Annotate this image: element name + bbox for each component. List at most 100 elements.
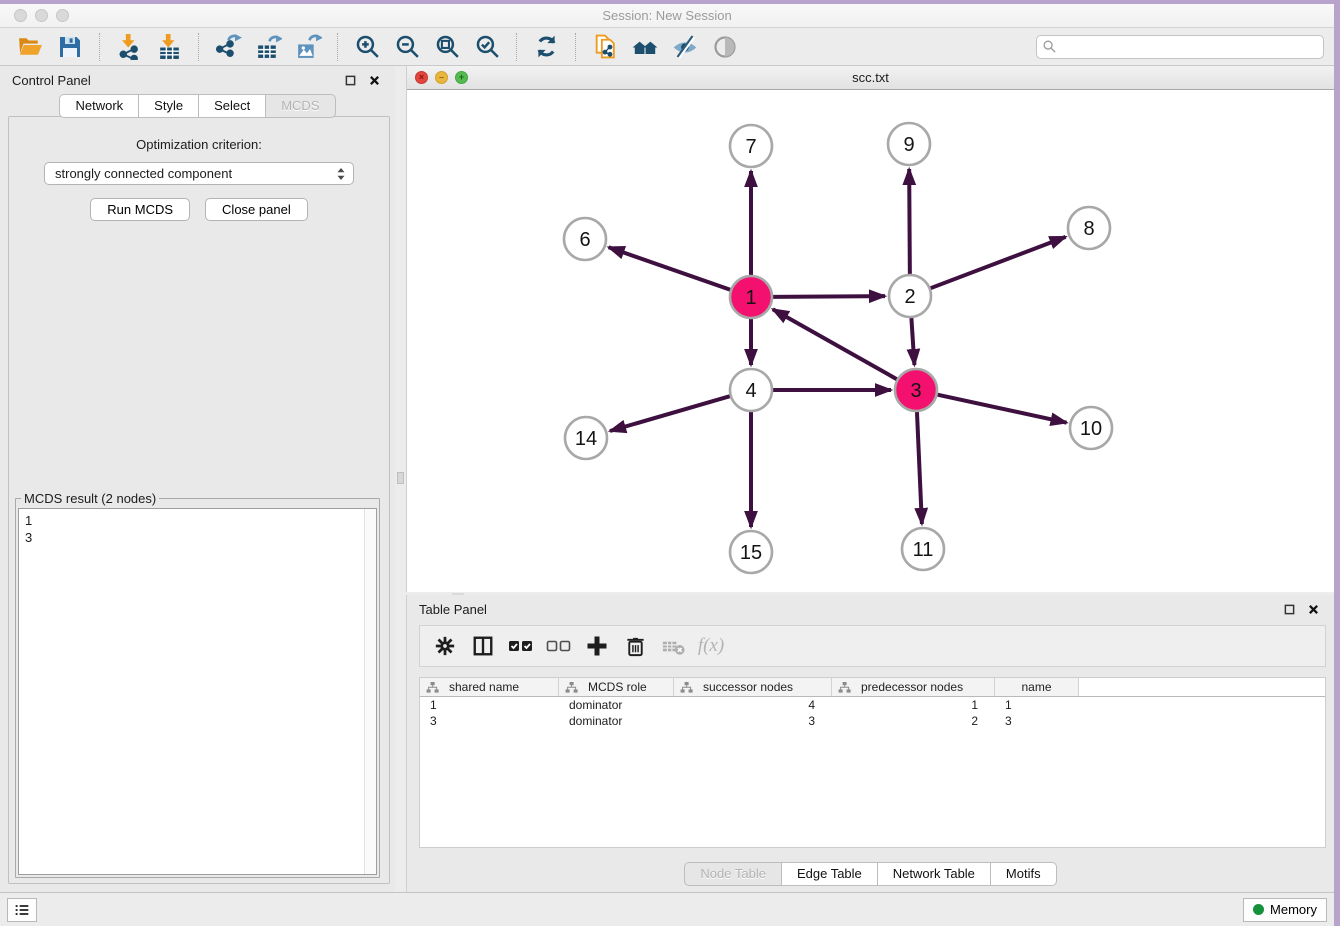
graph-edge-2-3[interactable] <box>911 318 914 365</box>
result-scrollbar[interactable] <box>364 509 376 874</box>
graph-node-14[interactable]: 14 <box>565 417 607 459</box>
tab-style[interactable]: Style <box>139 94 199 118</box>
graph-node-8[interactable]: 8 <box>1068 207 1110 249</box>
function-builder-icon[interactable]: f(x) <box>696 631 726 661</box>
control-panel-title: Control Panel <box>12 73 91 88</box>
network-view-window: × – + scc.txt 1234678910111415 <box>406 66 1334 592</box>
network-maximize-button[interactable]: + <box>455 71 468 84</box>
optimization-criterion-select[interactable]: strongly connected component <box>44 162 354 185</box>
graph-node-11[interactable]: 11 <box>902 528 944 570</box>
zoom-out-icon[interactable] <box>387 31 427 63</box>
import-table-icon[interactable] <box>149 31 189 63</box>
add-column-icon[interactable] <box>582 631 612 661</box>
graph-edge-4-14[interactable] <box>610 396 730 431</box>
graph-edge-2-9[interactable] <box>909 169 910 274</box>
column-header-predecessor-nodes[interactable]: predecessor nodes <box>832 678 995 696</box>
network-from-selection-icon[interactable] <box>585 31 625 63</box>
delete-table-icon[interactable] <box>658 631 688 661</box>
network-window-controls: × – + <box>415 71 468 84</box>
table-cell[interactable]: 1 <box>995 698 1079 712</box>
tab-network[interactable]: Network <box>59 94 139 118</box>
graph-node-4[interactable]: 4 <box>730 369 772 411</box>
close-table-panel-icon[interactable] <box>1304 600 1322 618</box>
network-canvas[interactable]: 1 2 3 4 6 7 8 9 10 11 14 15 <box>407 90 1334 592</box>
fit-all-icon[interactable] <box>625 31 665 63</box>
open-file-icon[interactable] <box>10 31 50 63</box>
column-header-MCDS-role[interactable]: MCDS role <box>559 678 674 696</box>
graph-edge-1-6[interactable] <box>609 247 731 289</box>
import-network-icon[interactable] <box>109 31 149 63</box>
task-history-button[interactable] <box>7 898 37 922</box>
tab-motifs[interactable]: Motifs <box>991 862 1057 886</box>
hide-details-icon[interactable] <box>665 31 705 63</box>
graph-edge-2-8[interactable] <box>931 237 1066 288</box>
network-minimize-button[interactable]: – <box>435 71 448 84</box>
maximize-window-button[interactable] <box>56 9 69 22</box>
minimize-window-button[interactable] <box>35 9 48 22</box>
close-panel-button[interactable]: Close panel <box>205 198 308 221</box>
run-mcds-button[interactable]: Run MCDS <box>90 198 190 221</box>
graph-node-6[interactable]: 6 <box>564 218 606 260</box>
close-window-button[interactable] <box>14 9 27 22</box>
table-cell[interactable]: dominator <box>559 698 674 712</box>
column-header-shared-name[interactable]: shared name <box>420 678 559 696</box>
zoom-selected-icon[interactable] <box>467 31 507 63</box>
tab-select[interactable]: Select <box>199 94 266 118</box>
tab-node-table[interactable]: Node Table <box>684 862 782 886</box>
graph-node-2[interactable]: 2 <box>889 275 931 317</box>
table-cell[interactable]: dominator <box>559 714 674 728</box>
optimization-criterion-value: strongly connected component <box>55 166 335 181</box>
toolbar-separator <box>198 33 199 61</box>
tab-mcds[interactable]: MCDS <box>266 94 335 118</box>
tab-network-table[interactable]: Network Table <box>878 862 991 886</box>
column-header-successor-nodes[interactable]: successor nodes <box>674 678 832 696</box>
apply-layout-icon[interactable] <box>526 31 566 63</box>
zoom-in-icon[interactable] <box>347 31 387 63</box>
details-indicator-icon[interactable] <box>705 31 745 63</box>
export-image-icon[interactable] <box>288 31 328 63</box>
graph-node-9[interactable]: 9 <box>888 123 930 165</box>
table-cell[interactable]: 1 <box>420 698 559 712</box>
export-table-icon[interactable] <box>248 31 288 63</box>
graph-edge-3-1[interactable] <box>773 309 897 379</box>
search-input[interactable] <box>1057 40 1318 54</box>
select-all-checks-icon[interactable] <box>506 631 536 661</box>
panel-divider-handle[interactable] <box>397 472 404 484</box>
float-table-panel-icon[interactable] <box>1280 600 1298 618</box>
graph-edge-3-11[interactable] <box>917 412 922 524</box>
column-manager-icon[interactable] <box>468 631 498 661</box>
close-panel-icon[interactable] <box>365 71 383 89</box>
table-cell[interactable]: 4 <box>674 698 832 712</box>
graph-node-1[interactable]: 1 <box>730 276 772 318</box>
graph-node-15[interactable]: 15 <box>730 531 772 573</box>
clear-all-checks-icon[interactable] <box>544 631 574 661</box>
graph-node-label: 11 <box>913 539 934 561</box>
graph-node-label: 8 <box>1083 218 1094 240</box>
table-settings-icon[interactable] <box>430 631 460 661</box>
tab-edge-table[interactable]: Edge Table <box>782 862 878 886</box>
table-cell[interactable]: 3 <box>674 714 832 728</box>
float-panel-icon[interactable] <box>341 71 359 89</box>
memory-button[interactable]: Memory <box>1243 898 1327 922</box>
mcds-result-item[interactable]: 3 <box>25 529 370 546</box>
mcds-result-group: MCDS result (2 nodes) 13 <box>15 491 380 878</box>
graph-edge-3-10[interactable] <box>937 395 1066 423</box>
mcds-result-list[interactable]: 13 <box>18 508 377 875</box>
graph-node-10[interactable]: 10 <box>1070 407 1112 449</box>
network-close-button[interactable]: × <box>415 71 428 84</box>
table-row[interactable]: 3dominator323 <box>420 713 1325 729</box>
table-cell[interactable]: 3 <box>420 714 559 728</box>
save-session-icon[interactable] <box>50 31 90 63</box>
graph-edge-1-2[interactable] <box>773 296 885 297</box>
table-row[interactable]: 1dominator411 <box>420 697 1325 713</box>
graph-node-7[interactable]: 7 <box>730 125 772 167</box>
table-cell[interactable]: 1 <box>832 698 995 712</box>
zoom-fit-icon[interactable] <box>427 31 467 63</box>
column-header-name[interactable]: name <box>995 678 1079 696</box>
table-cell[interactable]: 2 <box>832 714 995 728</box>
graph-node-3[interactable]: 3 <box>895 369 937 411</box>
export-network-icon[interactable] <box>208 31 248 63</box>
table-cell[interactable]: 3 <box>995 714 1079 728</box>
delete-column-icon[interactable] <box>620 631 650 661</box>
mcds-result-item[interactable]: 1 <box>25 512 370 529</box>
